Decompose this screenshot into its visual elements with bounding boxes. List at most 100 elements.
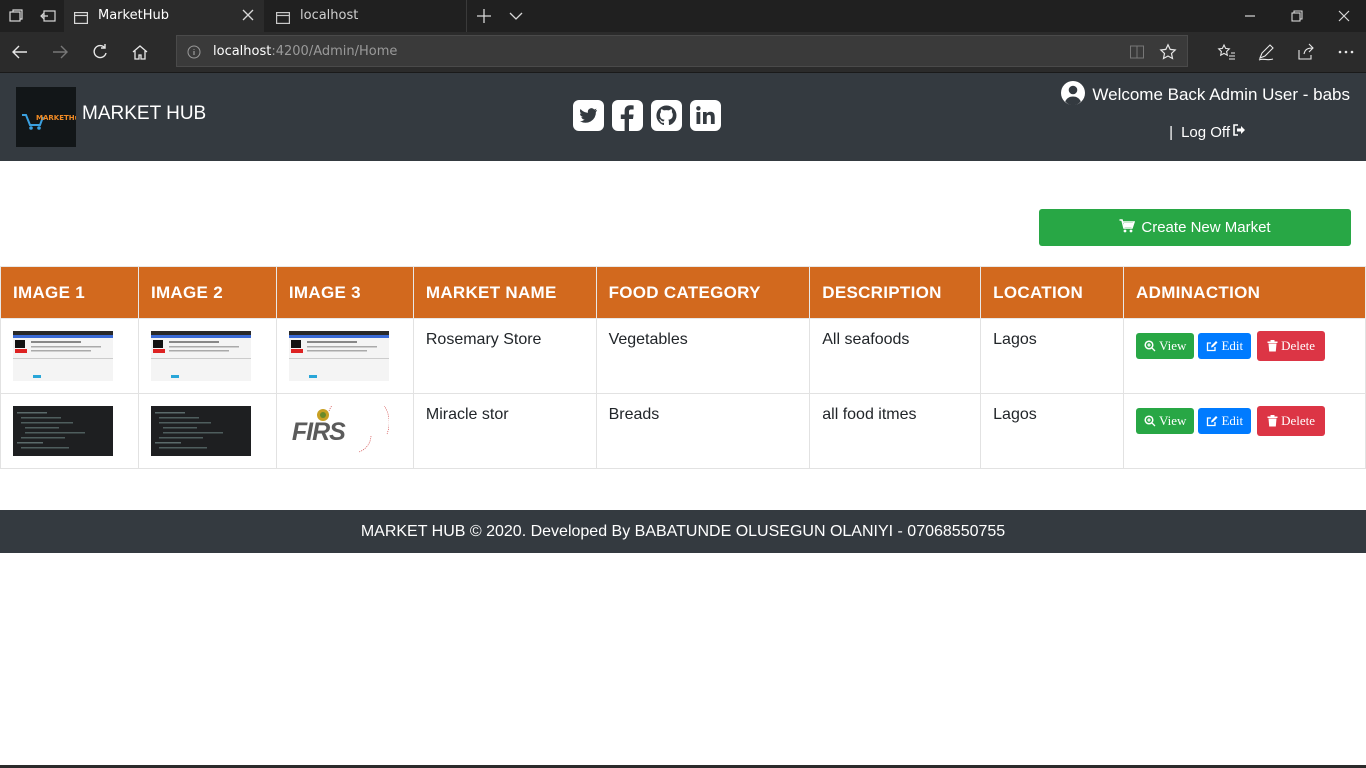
page-icon: [276, 9, 291, 25]
sign-out-icon[interactable]: [1232, 123, 1246, 141]
image-cell: [0, 393, 139, 469]
firs-logo-text: FIRS: [291, 418, 346, 446]
user-circle-icon: [1060, 80, 1086, 110]
image-cell: FIRS: [275, 393, 414, 469]
table-row: FIRS Miracle stor Breads all food itmes …: [0, 393, 1366, 469]
action-buttons: View Edit Delete: [1136, 331, 1353, 361]
edit-button[interactable]: Edit: [1198, 408, 1252, 434]
market-screenshot-thumbnail[interactable]: [150, 331, 251, 381]
food-category-cell: Vegetables: [595, 318, 811, 394]
home-icon[interactable]: [130, 42, 150, 62]
social-links: [572, 99, 722, 133]
delete-label: Delete: [1281, 338, 1316, 353]
tab-markethub[interactable]: MarketHub: [64, 0, 264, 32]
favorite-star-icon[interactable]: [1159, 43, 1177, 61]
delete-label: Delete: [1281, 413, 1316, 428]
share-icon[interactable]: [1296, 42, 1316, 62]
trash-icon: [1267, 415, 1278, 427]
location-cell: Lagos: [980, 318, 1125, 394]
edit-button[interactable]: Edit: [1198, 333, 1252, 359]
restore-icon[interactable]: [1287, 6, 1307, 26]
close-icon[interactable]: [240, 7, 256, 23]
brand-name[interactable]: MARKET HUB: [82, 103, 206, 125]
url-text: localhost:4200/Admin/Home: [213, 44, 397, 59]
address-bar[interactable]: localhost:4200/Admin/Home: [176, 35, 1188, 67]
refresh-icon[interactable]: [90, 42, 110, 62]
github-icon[interactable]: [650, 99, 683, 132]
create-button-label: Create New Market: [1141, 219, 1271, 236]
welcome-message: Welcome Back Admin User - babs: [1060, 81, 1350, 109]
edit-label: Edit: [1221, 413, 1244, 428]
chevron-down-icon[interactable]: [506, 6, 526, 26]
welcome-text: Welcome Back Admin User - babs: [1092, 85, 1350, 104]
forward-arrow-icon[interactable]: [50, 42, 70, 62]
app-header: MARKETHub MARKET HUB Welcome Back Admin …: [0, 73, 1366, 161]
footer-text: MARKET HUB © 2020. Developed By BABATUND…: [360, 522, 1006, 540]
logoff-link[interactable]: Log Off: [1181, 124, 1230, 141]
edit-label: Edit: [1221, 338, 1244, 353]
image-cell: [137, 393, 277, 469]
view-label: View: [1159, 338, 1187, 353]
minimize-icon[interactable]: [1240, 6, 1260, 26]
facebook-icon[interactable]: [611, 99, 644, 132]
cart-icon: [1119, 218, 1136, 237]
search-plus-icon: [1144, 415, 1156, 427]
back-arrow-icon[interactable]: [10, 42, 30, 62]
page-footer: MARKET HUB © 2020. Developed By BABATUND…: [0, 510, 1366, 553]
delete-button[interactable]: Delete: [1257, 406, 1326, 436]
page-icon: [74, 9, 89, 25]
admin-action-cell: View Edit Delete: [1123, 318, 1366, 394]
column-header: DESCRIPTION: [809, 266, 982, 319]
column-header: IMAGE 1: [0, 266, 139, 319]
market-screenshot-thumbnail[interactable]: [288, 331, 389, 381]
market-name-cell: Rosemary Store: [412, 318, 597, 394]
logo-text: MARKETHub: [36, 114, 76, 122]
tab-title: MarketHub: [98, 8, 169, 23]
browser-tab-bar: MarketHub localhost: [0, 0, 1366, 32]
tab-title: localhost: [300, 8, 359, 23]
view-button[interactable]: View: [1136, 408, 1195, 434]
window-close-icon[interactable]: [1334, 6, 1354, 26]
action-buttons: View Edit Delete: [1136, 406, 1353, 436]
image-cell: [137, 318, 277, 394]
description-cell: all food itmes: [809, 393, 982, 469]
markets-table: IMAGE 1 IMAGE 2 IMAGE 3 MARKET NAME FOOD…: [0, 266, 1366, 469]
location-cell: Lagos: [980, 393, 1125, 469]
code-screenshot-thumbnail[interactable]: [13, 406, 113, 456]
food-category-cell: Breads: [595, 393, 811, 469]
info-icon[interactable]: [187, 44, 201, 59]
column-header: LOCATION: [980, 266, 1125, 319]
market-screenshot-thumbnail[interactable]: [13, 331, 113, 381]
view-label: View: [1159, 413, 1187, 428]
image-cell: [0, 318, 139, 394]
code-screenshot-thumbnail[interactable]: [150, 406, 251, 456]
view-button[interactable]: View: [1136, 333, 1195, 359]
twitter-icon[interactable]: [572, 99, 605, 132]
table-row: Rosemary Store Vegetables All seafoods L…: [0, 318, 1366, 394]
set-tabs-aside-icon[interactable]: [38, 6, 58, 26]
linkedin-icon[interactable]: [689, 99, 722, 132]
column-header: IMAGE 3: [275, 266, 414, 319]
reading-view-icon[interactable]: [1129, 44, 1145, 60]
edit-icon: [1207, 416, 1218, 427]
delete-button[interactable]: Delete: [1257, 331, 1326, 361]
column-header: FOOD CATEGORY: [595, 266, 811, 319]
logoff-separator: |: [1169, 123, 1174, 141]
browser-nav-bar: localhost:4200/Admin/Home: [0, 32, 1366, 73]
table-header-row: IMAGE 1 IMAGE 2 IMAGE 3 MARKET NAME FOOD…: [0, 266, 1366, 319]
tab-manager-icon[interactable]: [6, 6, 26, 26]
tab-localhost[interactable]: localhost: [266, 0, 467, 32]
image-cell: [275, 318, 414, 394]
pen-icon[interactable]: [1256, 42, 1276, 62]
market-hub-logo[interactable]: MARKETHub: [16, 87, 76, 147]
more-icon[interactable]: [1336, 42, 1356, 62]
create-new-market-button[interactable]: Create New Market: [1039, 209, 1351, 246]
search-plus-icon: [1144, 340, 1156, 352]
edit-icon: [1207, 341, 1218, 352]
trash-icon: [1267, 340, 1278, 352]
column-header: ADMINACTION: [1123, 266, 1366, 319]
market-name-cell: Miracle stor: [412, 393, 597, 469]
favorites-icon[interactable]: [1216, 42, 1236, 62]
admin-action-cell: View Edit Delete: [1123, 393, 1366, 469]
new-tab-icon[interactable]: [474, 6, 494, 26]
